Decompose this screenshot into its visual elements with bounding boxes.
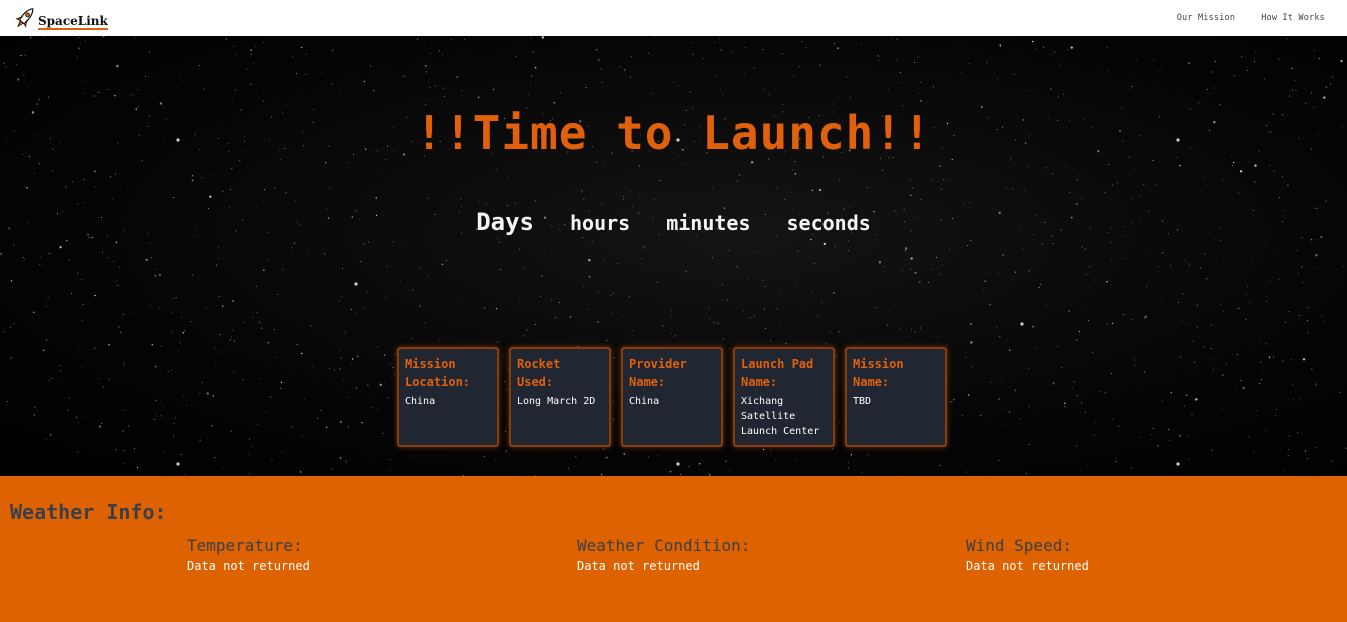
card-provider-name: Provider Name: China xyxy=(621,347,723,447)
weather-heading: Weather Info: xyxy=(10,500,167,524)
card-value: Xichang Satellite Launch Center xyxy=(741,396,820,437)
weather-condition: Weather Condition: Data not returned xyxy=(577,536,750,573)
nav-link-our-mission[interactable]: Our Mission xyxy=(1177,13,1236,23)
card-mission-name: Mission Name: TBD xyxy=(845,347,947,447)
card-title: Mission Location: xyxy=(405,357,471,389)
brand-name: SpaceLink xyxy=(38,13,108,30)
page-title: !!Time to Launch!! xyxy=(415,106,932,160)
card-title: Mission Name: xyxy=(853,357,904,389)
weather-item-value: Data not returned xyxy=(187,559,310,573)
nav-links: Our Mission How It Works xyxy=(1177,13,1333,23)
weather-section: Weather Info: Temperature: Data not retu… xyxy=(0,476,1347,622)
hero-section: !!Time to Launch!! Days hours minutes se… xyxy=(0,36,1347,476)
weather-item-value: Data not returned xyxy=(966,559,1089,573)
card-title: Rocket Used: xyxy=(517,357,561,389)
weather-item-label: Wind Speed: xyxy=(966,536,1072,555)
mission-info-cards: Mission Location: China Rocket Used: Lon… xyxy=(397,347,947,447)
countdown-days-label: Days xyxy=(476,208,534,236)
card-launch-pad-name: Launch Pad Name: Xichang Satellite Launc… xyxy=(733,347,835,447)
rocket-icon xyxy=(14,5,36,31)
countdown-hours-label: hours xyxy=(569,211,631,235)
countdown: Days hours minutes seconds xyxy=(0,208,1347,236)
countdown-minutes-label: minutes xyxy=(666,211,751,235)
card-mission-location: Mission Location: China xyxy=(397,347,499,447)
card-value: Long March 2D xyxy=(517,396,596,407)
weather-item-value: Data not returned xyxy=(577,559,700,573)
weather-item-label: Weather Condition: xyxy=(577,536,751,555)
weather-item-label: Temperature: xyxy=(187,536,303,555)
countdown-seconds-label: seconds xyxy=(786,211,871,235)
top-navbar: SpaceLink Our Mission How It Works xyxy=(0,0,1347,36)
brand-logo-link[interactable]: SpaceLink xyxy=(14,5,108,31)
card-value: China xyxy=(405,396,436,407)
weather-temperature: Temperature: Data not returned xyxy=(187,536,310,573)
card-value: TBD xyxy=(853,396,872,407)
card-title: Provider Name: xyxy=(629,357,687,389)
card-rocket-used: Rocket Used: Long March 2D xyxy=(509,347,611,447)
nav-link-how-it-works[interactable]: How It Works xyxy=(1261,13,1325,23)
card-value: China xyxy=(629,396,660,407)
card-title: Launch Pad Name: xyxy=(741,357,814,389)
weather-wind-speed: Wind Speed: Data not returned xyxy=(966,536,1089,573)
